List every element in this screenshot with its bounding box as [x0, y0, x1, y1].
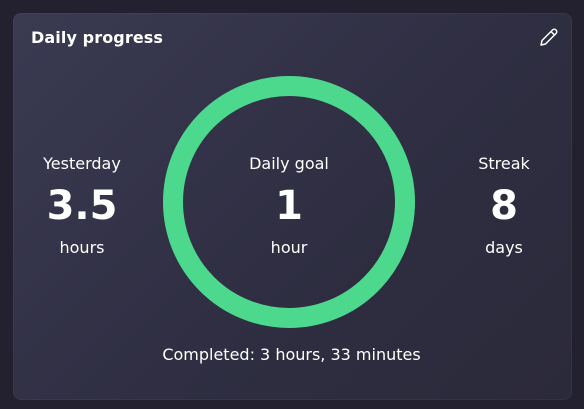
daily-progress-card: Daily progress Yesterday 3.5 hours Daily… — [13, 13, 572, 400]
daily-goal-value: 1 — [275, 183, 303, 229]
yesterday-label: Yesterday — [43, 154, 121, 173]
completed-text: Completed: 3 hours, 33 minutes — [162, 345, 421, 364]
streak-label: Streak — [478, 154, 530, 173]
daily-goal-unit: hour — [270, 238, 308, 257]
streak-value: 8 — [490, 183, 518, 229]
daily-goal-stat: Daily goal 1 hour — [219, 154, 359, 258]
card-title: Daily progress — [31, 28, 164, 47]
streak-stat: Streak 8 days — [434, 154, 574, 258]
yesterday-unit: hours — [59, 238, 105, 257]
edit-button[interactable] — [537, 25, 561, 49]
yesterday-value: 3.5 — [46, 183, 118, 229]
streak-unit: days — [485, 238, 523, 257]
pencil-icon — [540, 28, 558, 46]
daily-goal-label: Daily goal — [249, 154, 329, 173]
yesterday-stat: Yesterday 3.5 hours — [12, 154, 152, 258]
